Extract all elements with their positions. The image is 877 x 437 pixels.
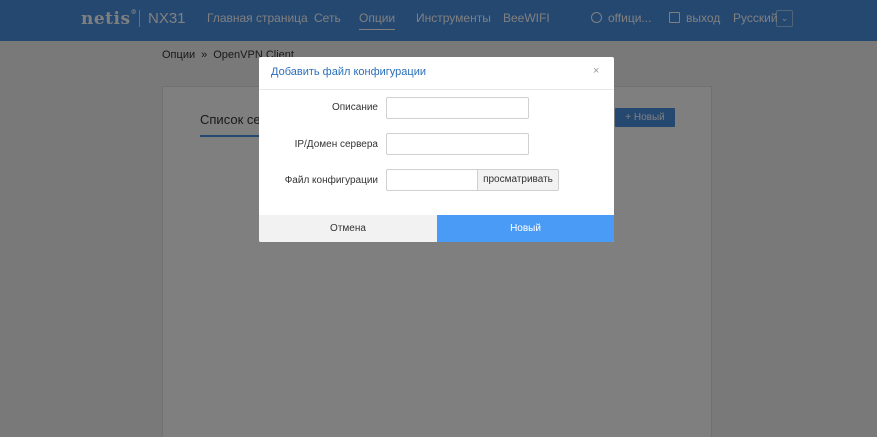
submit-new-button[interactable]: Новый [437, 215, 614, 242]
cancel-button[interactable]: Отмена [259, 215, 437, 242]
close-icon[interactable]: × [593, 65, 599, 77]
config-file-label: Файл конфигурации [284, 175, 378, 186]
dialog-footer: Отмена Новый [259, 215, 614, 242]
config-file-field[interactable] [386, 169, 478, 191]
server-label: IP/Домен сервера [294, 139, 378, 150]
dialog-divider [259, 89, 614, 90]
add-config-dialog: Добавить файл конфигурации × Описание IP… [259, 57, 614, 242]
description-input[interactable] [386, 97, 529, 119]
browse-button[interactable]: просматривать [477, 169, 559, 191]
server-address-input[interactable] [386, 133, 529, 155]
dialog-title: Добавить файл конфигурации [271, 66, 426, 78]
description-label: Описание [331, 102, 378, 113]
